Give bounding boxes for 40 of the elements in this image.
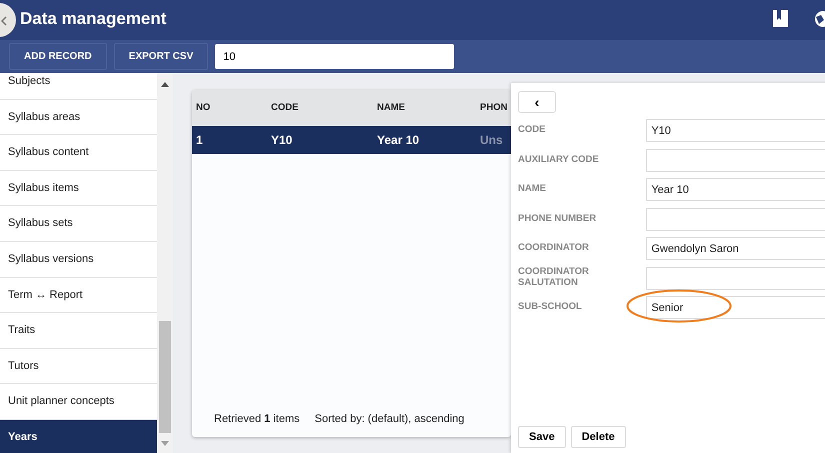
input-field[interactable]: Year 10 — [646, 178, 825, 201]
toolbar-button[interactable]: ADD RECORD — [9, 43, 107, 70]
field-label: COORDINATOR SALUTATION — [518, 267, 590, 289]
table-cell-text: Uns — [480, 132, 504, 149]
field-label: COORDINATOR — [518, 243, 590, 254]
bookmark-icon[interactable] — [773, 10, 788, 27]
back-button[interactable]: ‹ — [518, 91, 556, 113]
field-label: CODE — [518, 125, 546, 136]
field-label: SUB-SCHOOL — [518, 302, 583, 313]
column-header[interactable]: NAME — [377, 100, 480, 116]
column-header[interactable]: NO — [192, 100, 271, 116]
input-field[interactable]: Senior — [646, 296, 825, 319]
globe-icon[interactable] — [813, 10, 825, 28]
scroll-down-icon[interactable] — [161, 441, 169, 446]
field-label: AUXILIARY CODE — [518, 154, 600, 166]
form-button[interactable]: Save — [518, 426, 566, 448]
chevron-left-icon — [1, 16, 7, 26]
table-cell-text: Year 10 — [377, 132, 420, 149]
input-field[interactable] — [646, 208, 825, 230]
retrieved-count: Retrieved 1 items — [214, 412, 300, 426]
sort-info: Sorted by: (default), ascending — [314, 412, 464, 426]
table-cell-text: 1 — [195, 132, 204, 149]
scroll-thumb[interactable] — [159, 321, 171, 433]
input-field[interactable] — [646, 266, 825, 290]
toolbar-button[interactable]: EXPORT CSV — [114, 43, 208, 70]
page-title: Data management — [20, 8, 166, 30]
form-button[interactable]: Delete — [570, 426, 626, 448]
scroll-up-icon[interactable] — [161, 82, 169, 87]
sidebar-item[interactable]: Years — [0, 420, 157, 453]
input-field[interactable] — [646, 148, 825, 172]
search-field[interactable]: 10 — [215, 44, 454, 69]
column-header[interactable]: CODE — [271, 100, 377, 116]
field-label: NAME — [518, 184, 547, 195]
table-cell-text: Y10 — [271, 132, 294, 149]
column-header[interactable]: PHON — [480, 100, 508, 116]
input-field[interactable]: Y10 — [646, 119, 825, 142]
scrollbar[interactable] — [157, 73, 173, 453]
input-field[interactable]: Gwendolyn Saron — [646, 237, 825, 260]
table-row[interactable]: 1 Y10 Year 10 Uns — [192, 126, 511, 154]
field-label: PHONE NUMBER — [518, 214, 598, 224]
